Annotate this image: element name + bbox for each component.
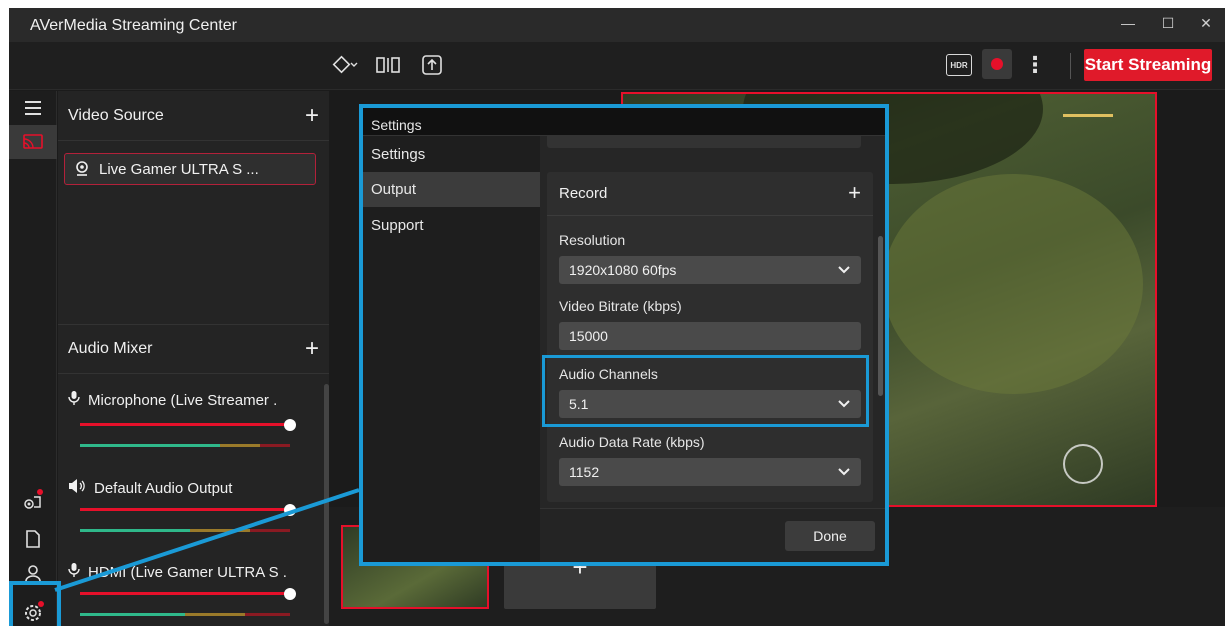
callout-connector	[54, 488, 360, 592]
gear-highlight	[9, 581, 61, 626]
app-window: AVerMedia Streaming Center — ☐ ✕ HDR ⋮ S…	[9, 8, 1225, 626]
